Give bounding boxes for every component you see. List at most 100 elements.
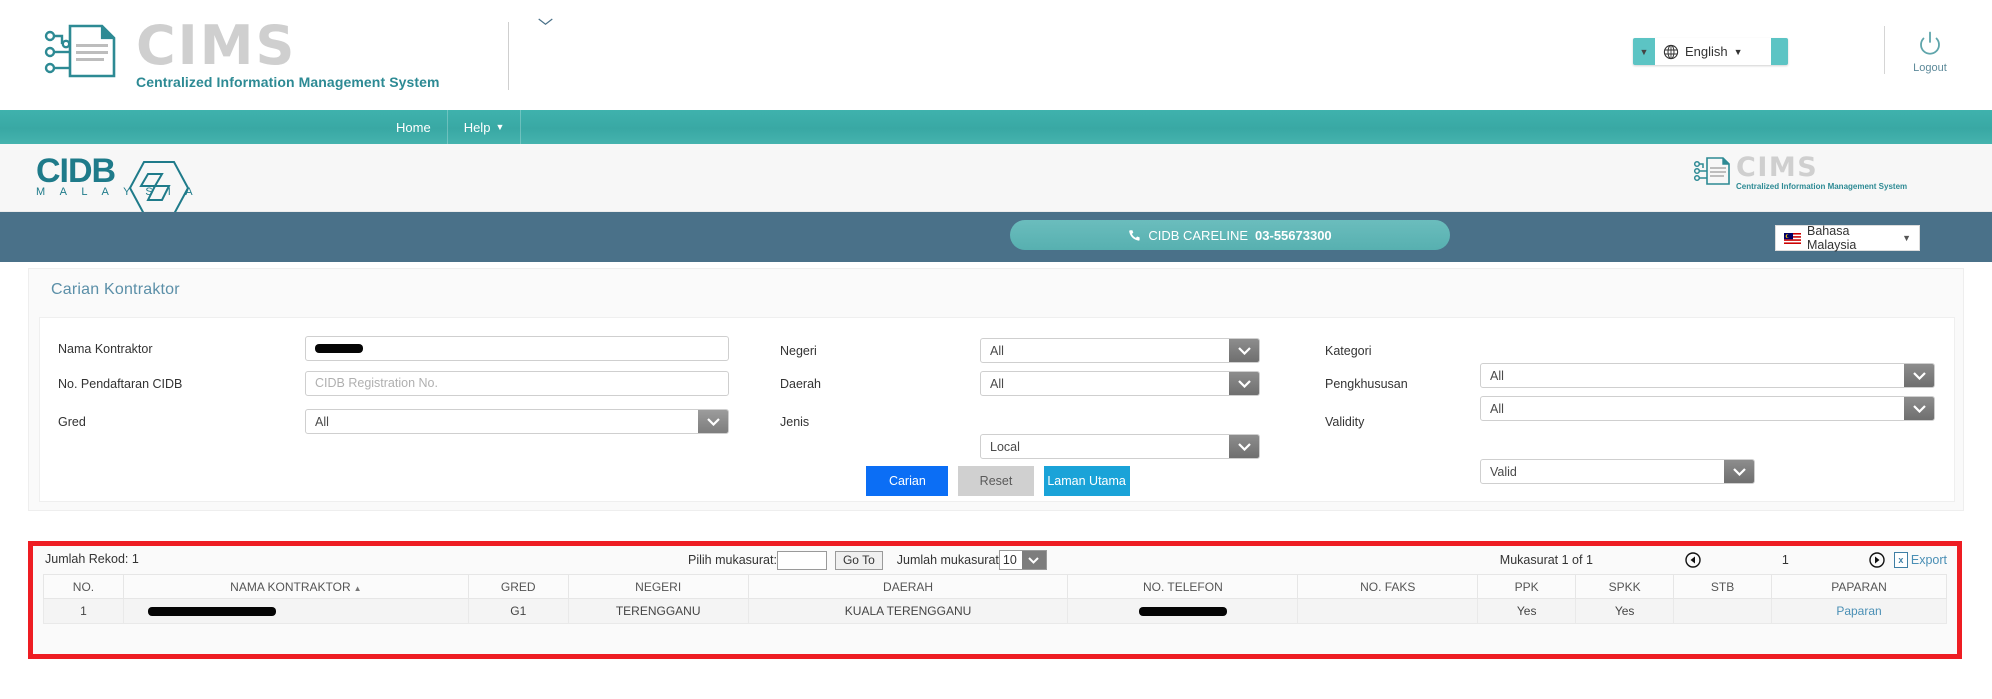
- page-number-input[interactable]: [776, 550, 827, 570]
- cell-paparan[interactable]: Paparan: [1771, 598, 1947, 624]
- export-button[interactable]: x Export: [1893, 551, 1947, 568]
- nav-item-home[interactable]: Home: [380, 110, 448, 144]
- cell-ppk: Yes: [1477, 598, 1577, 624]
- cims-brand-logo: CIMS Centralized Information Management …: [40, 14, 440, 90]
- form-actions: Carian Reset Laman Utama: [40, 466, 1956, 496]
- sort-ascending-icon: ▲: [353, 583, 362, 593]
- cell-spkk: Yes: [1575, 598, 1675, 624]
- chevron-down-icon: [1021, 551, 1046, 569]
- label-pengkhususan: Pengkhususan: [1325, 377, 1408, 391]
- brand-tagline: Centralized Information Management Syste…: [136, 74, 440, 90]
- careline-button[interactable]: CIDB CARELINE 03-55673300: [1010, 220, 1450, 250]
- select-daerah-value: All: [990, 376, 1004, 391]
- select-jenis[interactable]: Local: [980, 434, 1260, 459]
- select-gred[interactable]: All: [305, 409, 729, 434]
- redacted-value: [315, 344, 363, 354]
- bahasa-language-label: Bahasa Malaysia: [1807, 224, 1857, 252]
- excel-icon: x: [1893, 551, 1908, 568]
- cidb-logo: CIDB M A L A Y S I A: [36, 154, 199, 215]
- cell-daerah: KUALA TERENGGANU: [747, 598, 1069, 624]
- reset-button[interactable]: Reset: [958, 466, 1034, 496]
- get-in-touch-strong: ebantuan: [640, 16, 699, 31]
- table-header-row: NO. NAMA KONTRAKTOR ▲ GRED NEGERI DAERAH …: [43, 574, 1947, 599]
- nav-item-help[interactable]: Help ▼: [448, 110, 522, 144]
- paparan-link[interactable]: Paparan: [1836, 604, 1881, 618]
- brand-name: CIMS: [136, 14, 297, 77]
- page-size-value: 10: [1002, 553, 1017, 567]
- column-header-no-faks[interactable]: NO. FAKS: [1297, 574, 1479, 599]
- column-header-stb[interactable]: STB: [1673, 574, 1773, 599]
- get-in-touch-link[interactable]: Get In Touch ebantuan: [538, 16, 698, 31]
- form-row-1: Nama Kontraktor Negeri All Kategori All: [40, 336, 1956, 388]
- cell-no-faks: [1297, 598, 1479, 624]
- search-panel: Carian Kontraktor Nama Kontraktor Negeri…: [28, 268, 1964, 511]
- page-indicator: Mukasurat 1 of 1: [1499, 552, 1593, 567]
- cell-nama-kontraktor: [122, 598, 469, 624]
- column-header-no-telefon[interactable]: NO. TELEFON: [1067, 574, 1299, 599]
- input-no-pendaftaran-cidb[interactable]: CIDB Registration No.: [305, 371, 729, 396]
- column-header-nama-kontraktor[interactable]: NAMA KONTRAKTOR ▲: [122, 574, 469, 599]
- cidb-hexagon-icon: [128, 161, 190, 215]
- page-size-label: Jumlah mukasurat: [896, 553, 999, 567]
- label-nama-kontraktor: Nama Kontraktor: [58, 342, 153, 356]
- nav-item-help-label: Help: [463, 119, 491, 135]
- logout-divider: [1884, 26, 1885, 74]
- label-jenis: Jenis: [780, 415, 810, 429]
- cell-stb: [1673, 598, 1773, 624]
- column-header-ppk[interactable]: PPK: [1477, 574, 1577, 599]
- goto-button[interactable]: Go To: [834, 550, 883, 570]
- select-negeri[interactable]: All: [980, 338, 1260, 363]
- input-nama-kontraktor[interactable]: [305, 336, 729, 361]
- page-title: Carian Kontraktor: [51, 281, 180, 298]
- cims-mark-icon: [44, 24, 116, 78]
- chevron-down-icon[interactable]: ▼: [1734, 47, 1743, 57]
- previous-page-icon[interactable]: [1685, 551, 1702, 568]
- page-pick-label: Pilih mukasurat:: [688, 553, 777, 567]
- home-button[interactable]: Laman Utama: [1043, 466, 1130, 496]
- column-header-paparan[interactable]: PAPARAN: [1771, 574, 1947, 599]
- table-row: 1 G1 TERENGGANU KUALA TERENGGANU Yes Yes…: [43, 598, 1947, 624]
- cell-gred: G1: [467, 598, 569, 624]
- cims-secondary-logo: CIMS Centralized Information Management …: [1692, 154, 1907, 191]
- select-gred-value: All: [315, 414, 329, 429]
- chevron-down-icon: [1229, 435, 1259, 458]
- agency-band: CIDB M A L A Y S I A CIMS Centralized In…: [0, 144, 1992, 215]
- globe-icon: [1663, 44, 1679, 59]
- malaysia-flag-icon: [1784, 232, 1801, 244]
- chevron-down-icon: [1229, 372, 1259, 395]
- phone-icon: [1129, 229, 1140, 241]
- bahasa-language-select[interactable]: Bahasa Malaysia ▼: [1775, 224, 1920, 252]
- language-label: English: [1685, 44, 1728, 59]
- form-row-2: No. Pendaftaran CIDB CIDB Registration N…: [40, 371, 1956, 421]
- chevron-down-icon: ▼: [1902, 233, 1911, 243]
- logout-button[interactable]: Logout: [1900, 30, 1960, 74]
- page-size-select[interactable]: 10: [998, 550, 1047, 570]
- cell-negeri: TERENGGANU: [567, 598, 749, 624]
- label-kategori: Kategori: [1325, 344, 1372, 358]
- navbar-spacer: [0, 110, 380, 144]
- language-left-caret-icon[interactable]: ▼: [1633, 47, 1655, 57]
- export-label: Export: [1910, 552, 1947, 567]
- current-page-number: 1: [1781, 552, 1789, 567]
- label-no-pendaftaran-cidb: No. Pendaftaran CIDB: [58, 377, 183, 391]
- column-header-daerah[interactable]: DAERAH: [747, 574, 1069, 599]
- main-navbar: Home Help ▼: [0, 110, 1992, 144]
- language-switcher[interactable]: ▼ English ▼: [1633, 38, 1788, 65]
- get-in-touch-prefix: Get In Touch: [560, 16, 634, 31]
- column-header-gred[interactable]: GRED: [467, 574, 569, 599]
- next-page-icon[interactable]: [1869, 551, 1886, 568]
- search-button[interactable]: Carian: [866, 466, 949, 496]
- top-bar: CIMS Centralized Information Management …: [0, 0, 1992, 110]
- select-daerah[interactable]: All: [980, 371, 1260, 396]
- column-header-no[interactable]: NO.: [43, 574, 124, 599]
- redacted-value: [147, 607, 276, 617]
- nav-item-home-label: Home: [396, 119, 431, 135]
- logout-label: Logout: [1913, 62, 1947, 74]
- column-header-spkk[interactable]: SPKK: [1575, 574, 1675, 599]
- redacted-value: [1138, 607, 1227, 617]
- label-negeri: Negeri: [780, 344, 817, 358]
- column-header-negeri[interactable]: NEGERI: [567, 574, 749, 599]
- contact-band: [0, 212, 1992, 262]
- cell-no: 1: [43, 598, 124, 624]
- label-gred: Gred: [58, 415, 86, 429]
